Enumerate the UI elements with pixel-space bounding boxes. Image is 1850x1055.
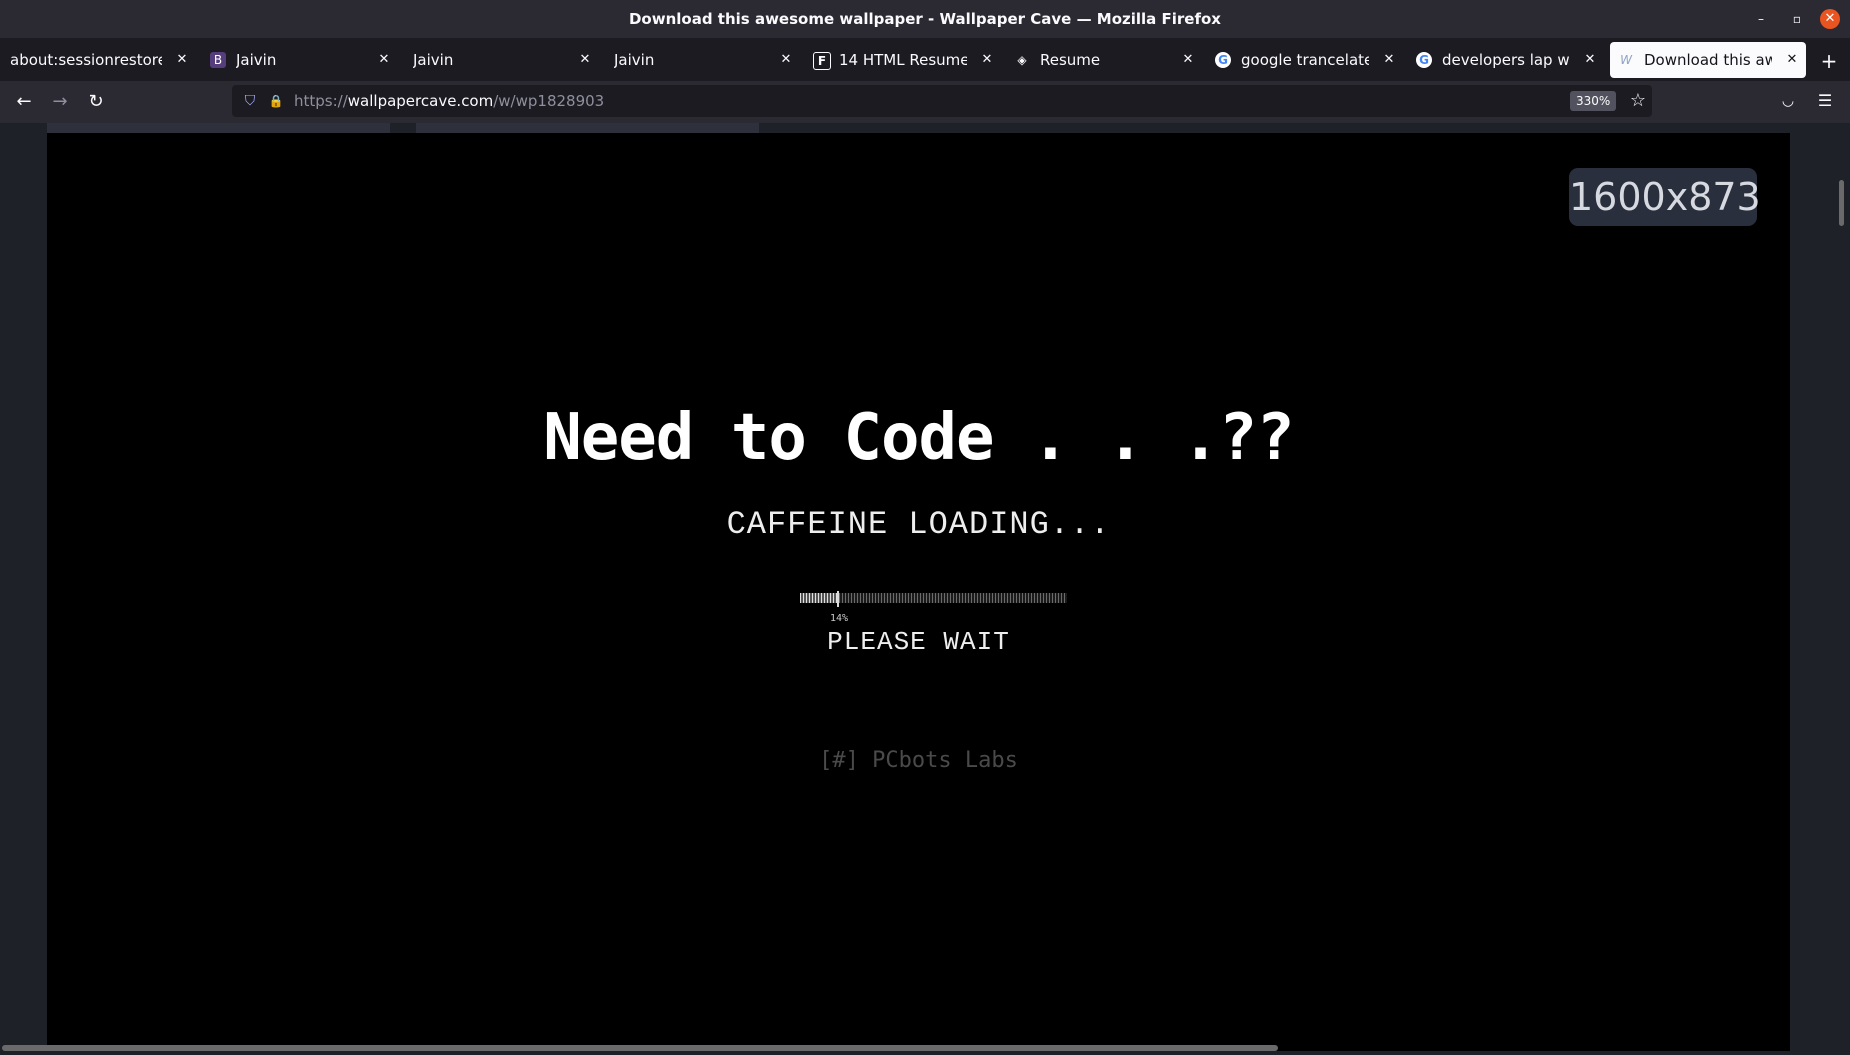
window-title: Download this awesome wallpaper - Wallpa…	[628, 10, 1221, 28]
tab-jaivin-2[interactable]: Jaivin ✕	[403, 42, 599, 78]
tab-label: Download this aweso	[1644, 51, 1772, 69]
url-bar[interactable]: ⛉ 🔒 https://wallpapercave.com/w/wp182890…	[232, 85, 1652, 117]
tab-label: Jaivin	[413, 51, 454, 69]
google-icon: G	[1215, 52, 1231, 68]
tab-label: Jaivin	[614, 51, 655, 69]
url-host: wallpapercave.com	[347, 92, 494, 110]
tab-label: Resume	[1040, 51, 1101, 69]
wallpaper-progress-bar	[800, 591, 1067, 607]
forward-button[interactable]: →	[49, 91, 71, 113]
close-window-icon[interactable]: ✕	[1820, 9, 1840, 29]
wallpaper-headline: Need to Code . . .??	[543, 401, 1295, 475]
close-icon[interactable]: ✕	[1381, 52, 1397, 68]
url-path: /w/wp1828903	[493, 92, 605, 110]
progress-percent-label: 14%	[830, 613, 849, 624]
bookmark-star-icon[interactable]: ☆	[1627, 90, 1649, 112]
close-icon[interactable]: ✕	[577, 52, 593, 68]
page-content: 1600x873 Need to Code . . .?? CAFFEINE L…	[0, 123, 1850, 1055]
back-button[interactable]: ←	[13, 91, 35, 113]
url-scheme: https://	[294, 92, 348, 110]
tab-resume[interactable]: ◈ Resume ✕	[1006, 42, 1202, 78]
codepen-icon: ◈	[1017, 53, 1027, 67]
reload-button[interactable]: ↻	[85, 91, 107, 113]
tab-label: 14 HTML Resume Tem	[839, 51, 967, 69]
close-icon[interactable]: ✕	[174, 52, 190, 68]
wallpaper-image[interactable]: 1600x873 Need to Code . . .?? CAFFEINE L…	[47, 133, 1790, 1051]
wallpaper-brand-text: [#] PCbots Labs	[819, 748, 1018, 773]
tab-wallpaper-cave[interactable]: W Download this aweso ✕	[1610, 42, 1806, 78]
maximize-icon[interactable]: ▫	[1788, 10, 1806, 28]
pocket-icon[interactable]: ◡	[1778, 91, 1798, 111]
close-icon[interactable]: ✕	[1784, 52, 1800, 68]
tab-html-resume[interactable]: F 14 HTML Resume Tem ✕	[805, 42, 1001, 78]
navigation-toolbar: ← → ↻ ⛉ 🔒 https://wallpapercave.com/w/wp…	[0, 81, 1850, 123]
tab-label: Jaivin	[236, 51, 277, 69]
tab-jaivin-1[interactable]: B Jaivin ✕	[202, 42, 398, 78]
f-logo-icon: F	[813, 52, 831, 70]
close-icon[interactable]: ✕	[1180, 52, 1196, 68]
tab-bar: about:sessionrestore ✕ B Jaivin ✕ Jaivin…	[0, 38, 1850, 81]
vertical-scrollbar[interactable]	[1839, 180, 1844, 226]
title-bar: Download this awesome wallpaper - Wallpa…	[0, 0, 1850, 38]
google-icon: G	[1416, 52, 1432, 68]
tab-sessionrestore[interactable]: about:sessionrestore ✕	[0, 42, 196, 78]
wallpaper-wait-text: PLEASE WAIT	[827, 627, 1010, 657]
close-icon[interactable]: ✕	[376, 52, 392, 68]
url-text[interactable]: https://wallpapercave.com/w/wp1828903	[294, 85, 604, 117]
progress-fill	[800, 593, 837, 603]
zoom-level-button[interactable]: 330%	[1570, 91, 1617, 111]
tab-jaivin-3[interactable]: Jaivin ✕	[604, 42, 800, 78]
shield-icon[interactable]: ⛉	[242, 93, 258, 109]
thumbnail-strip[interactable]	[416, 123, 759, 133]
close-icon[interactable]: ✕	[979, 52, 995, 68]
thumbnail-strip[interactable]	[47, 123, 390, 133]
close-icon[interactable]: ✕	[778, 52, 794, 68]
lock-icon[interactable]: 🔒	[268, 93, 284, 109]
bootstrap-icon: B	[210, 52, 226, 68]
hamburger-menu-icon[interactable]: ☰	[1815, 91, 1835, 111]
progress-marker	[837, 591, 839, 607]
resolution-badge: 1600x873	[1569, 168, 1761, 226]
tab-label: google trancelate - Go	[1241, 51, 1369, 69]
tab-label: about:sessionrestore	[10, 51, 162, 69]
tab-label: developers lap wallpa	[1442, 51, 1570, 69]
close-icon[interactable]: ✕	[1582, 52, 1598, 68]
wallpaper-loading-text: CAFFEINE LOADING...	[726, 506, 1111, 543]
horizontal-scrollbar[interactable]	[2, 1045, 1278, 1051]
tab-developers-wallpaper[interactable]: G developers lap wallpa ✕	[1408, 42, 1604, 78]
new-tab-button[interactable]: +	[1818, 50, 1840, 72]
tab-google-translate[interactable]: G google trancelate - Go ✕	[1207, 42, 1403, 78]
wallpapercave-icon: W	[1620, 53, 1632, 67]
minimize-icon[interactable]: –	[1752, 10, 1770, 28]
